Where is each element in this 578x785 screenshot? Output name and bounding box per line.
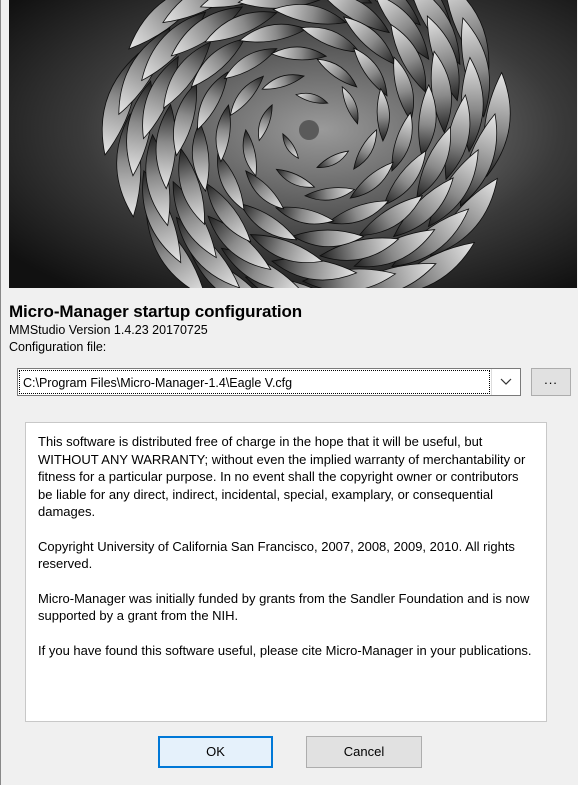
- splash-image: [9, 0, 577, 288]
- config-file-label: Configuration file:: [9, 340, 107, 354]
- aloe-core: [299, 120, 319, 140]
- dialog-title: Micro-Manager startup configuration: [9, 302, 303, 321]
- startup-dialog: Micro-Manager startup configuration MMSt…: [0, 0, 577, 785]
- config-file-dropdown[interactable]: C:\Program Files\Micro-Manager-1.4\Eagle…: [17, 368, 521, 396]
- license-paragraph: Copyright University of California San F…: [38, 538, 515, 572]
- license-paragraph: Micro-Manager was initially funded by gr…: [38, 590, 530, 624]
- license-paragraph: If you have found this software useful, …: [38, 642, 532, 658]
- cancel-button[interactable]: Cancel: [306, 736, 422, 768]
- chevron-down-icon[interactable]: [491, 369, 520, 395]
- version-text: MMStudio Version 1.4.23 20170725: [9, 323, 208, 337]
- config-file-value: C:\Program Files\Micro-Manager-1.4\Eagle…: [19, 370, 490, 394]
- browse-button[interactable]: ...: [531, 368, 571, 396]
- license-paragraph: This software is distributed free of cha…: [38, 434, 526, 519]
- ok-button[interactable]: OK: [158, 736, 273, 768]
- license-text-box: This software is distributed free of cha…: [25, 422, 547, 722]
